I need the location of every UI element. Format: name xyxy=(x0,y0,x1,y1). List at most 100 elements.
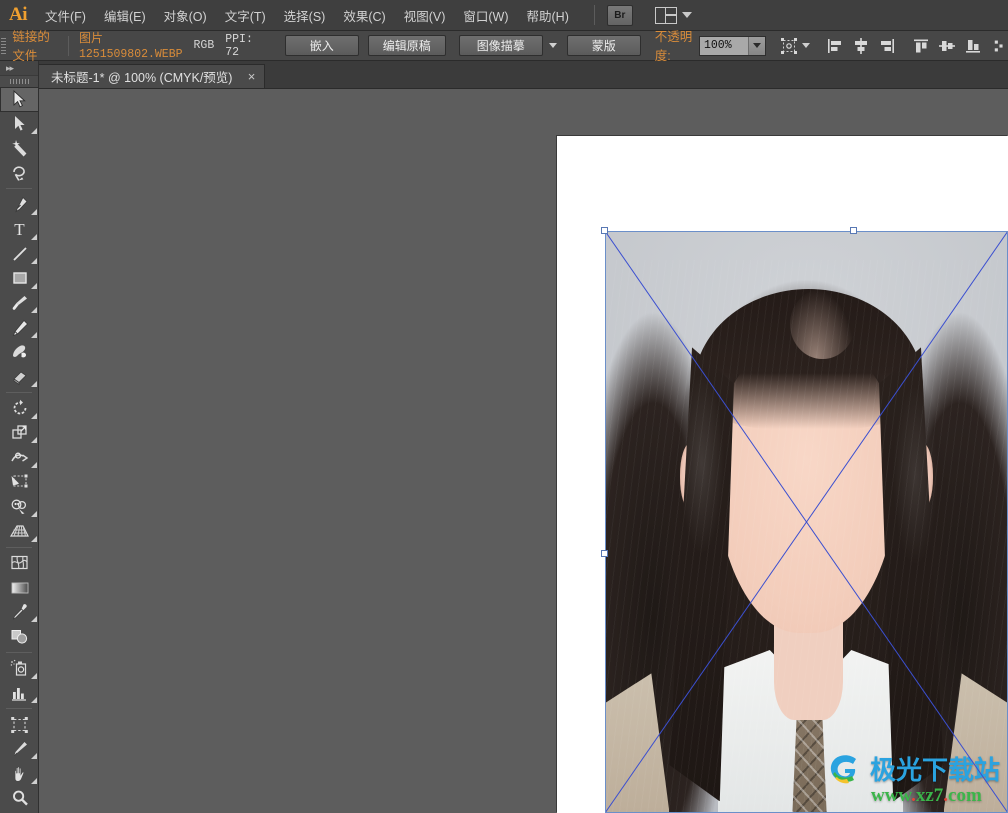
align-center-vertical-button[interactable] xyxy=(934,34,960,58)
menu-window[interactable]: 窗口(W) xyxy=(454,0,517,31)
blend-icon xyxy=(11,630,28,644)
direct-selection-arrow-icon xyxy=(15,116,25,131)
opacity-input[interactable]: 100% xyxy=(700,37,748,55)
toolbar-grip[interactable] xyxy=(0,76,38,87)
scale-tool[interactable] xyxy=(0,421,39,446)
slice-knife-icon xyxy=(13,742,27,756)
toolbar-divider-3 xyxy=(6,546,32,548)
align-left-button[interactable] xyxy=(822,34,848,58)
menubar-divider xyxy=(593,5,595,25)
menu-select[interactable]: 选择(S) xyxy=(275,0,335,31)
column-graph-tool[interactable] xyxy=(0,681,39,706)
pencil-tool[interactable] xyxy=(0,315,39,340)
slice-tool[interactable] xyxy=(0,737,39,762)
blob-brush-tool[interactable] xyxy=(0,340,39,365)
magnifier-icon xyxy=(12,790,28,806)
distribute-icon xyxy=(994,40,1003,51)
width-tool[interactable] xyxy=(0,445,39,470)
selection-handle-top-right[interactable] xyxy=(850,227,857,234)
perspective-grid-tool[interactable] xyxy=(0,519,39,544)
hand-icon xyxy=(14,766,24,782)
rectangle-icon xyxy=(12,272,27,285)
selection-handle-left-middle[interactable] xyxy=(601,550,608,557)
linked-file-label: 链接的文件 xyxy=(12,26,59,66)
blend-tool[interactable] xyxy=(0,624,39,649)
shape-builder-tool[interactable] xyxy=(0,495,39,520)
tool-flyout-indicator xyxy=(31,233,37,240)
menu-edit[interactable]: 编辑(E) xyxy=(95,0,155,31)
hand-tool[interactable] xyxy=(0,761,39,786)
align-center-horizontal-button[interactable] xyxy=(848,34,874,58)
menu-object[interactable]: 对象(O) xyxy=(155,0,216,31)
bar-graph-icon xyxy=(12,688,26,702)
align-bottom-icon xyxy=(966,39,980,53)
eyedropper-icon xyxy=(12,604,27,620)
arrange-documents-button[interactable] xyxy=(654,6,692,24)
artboard-tool[interactable] xyxy=(0,712,39,737)
embed-button[interactable]: 嵌入 xyxy=(284,35,359,56)
transform-button[interactable] xyxy=(780,37,810,55)
scale-icon xyxy=(11,425,27,439)
align-top-button[interactable] xyxy=(908,34,934,58)
bridge-button[interactable]: Br xyxy=(606,4,633,26)
rotate-icon xyxy=(13,400,26,415)
direct-selection-tool[interactable] xyxy=(0,112,39,137)
paintbrush-tool[interactable] xyxy=(0,291,39,316)
symbol-sprayer-tool[interactable] xyxy=(0,656,39,681)
type-t-icon: T xyxy=(14,219,25,239)
align-bottom-button[interactable] xyxy=(960,34,986,58)
edit-original-button[interactable]: 编辑原稿 xyxy=(367,35,446,56)
opacity-field[interactable]: 100% xyxy=(699,35,766,56)
align-left-icon xyxy=(828,38,841,53)
paintbrush-icon xyxy=(12,296,27,310)
lasso-icon xyxy=(13,165,25,181)
selection-handle-top-left[interactable] xyxy=(601,227,608,234)
image-trace-button[interactable]: 图像描摹 xyxy=(458,35,543,56)
lasso-tool[interactable] xyxy=(0,161,39,186)
align-right-button[interactable] xyxy=(874,34,900,58)
menu-effect[interactable]: 效果(C) xyxy=(334,0,394,31)
menu-help[interactable]: 帮助(H) xyxy=(518,0,578,31)
gradient-tool[interactable] xyxy=(0,575,39,600)
tool-flyout-indicator xyxy=(31,128,37,135)
magic-wand-tool[interactable] xyxy=(0,136,39,161)
align-buttons-group xyxy=(822,34,1008,58)
distribute-button[interactable] xyxy=(994,34,1008,58)
toolbar-divider-2 xyxy=(6,392,32,394)
document-tab-bar: 未标题-1* @ 100% (CMYK/预览) × xyxy=(0,61,1008,89)
line-segment-tool[interactable] xyxy=(0,242,39,267)
tool-flyout-indicator xyxy=(31,753,37,760)
opacity-dropdown-icon[interactable] xyxy=(748,36,765,55)
menu-type[interactable]: 文字(T) xyxy=(216,0,275,31)
close-icon[interactable]: × xyxy=(244,70,258,83)
tool-flyout-indicator xyxy=(31,331,37,338)
canvas-area[interactable]: 极光下载站 www.xz7.com xyxy=(39,89,1008,813)
image-trace-dropdown-icon[interactable] xyxy=(548,43,557,48)
control-bar-grip[interactable] xyxy=(0,31,7,61)
rectangle-tool[interactable] xyxy=(0,266,39,291)
selection-tool[interactable] xyxy=(0,87,39,112)
magic-wand-icon xyxy=(11,140,26,158)
align-right-icon xyxy=(881,38,894,53)
zoom-tool[interactable] xyxy=(0,786,39,811)
mesh-tool[interactable] xyxy=(0,551,39,576)
transform-icon xyxy=(781,37,797,54)
type-tool[interactable]: T xyxy=(0,217,39,242)
eyedropper-tool[interactable] xyxy=(0,600,39,625)
document-tab[interactable]: 未标题-1* @ 100% (CMYK/预览) × xyxy=(38,64,266,88)
placed-linked-image[interactable]: 极光下载站 www.xz7.com xyxy=(605,231,1008,813)
free-transform-icon xyxy=(11,474,28,488)
shape-builder-icon xyxy=(11,499,27,514)
rotate-tool[interactable] xyxy=(0,396,39,421)
free-transform-tool[interactable] xyxy=(0,470,39,495)
tool-flyout-indicator xyxy=(31,697,37,704)
toolbar-divider-4 xyxy=(6,652,32,654)
control-bar: 链接的文件 图片 1251509802.WEBP RGB PPI: 72 嵌入 编… xyxy=(0,29,1008,66)
menu-view[interactable]: 视图(V) xyxy=(395,0,455,31)
linked-file-name[interactable]: 图片 1251509802.WEBP xyxy=(78,29,183,63)
tool-flyout-indicator xyxy=(31,535,37,542)
eraser-tool[interactable] xyxy=(0,365,39,390)
mask-button[interactable]: 蒙版 xyxy=(566,35,641,56)
toolbar-collapse-button[interactable]: ▸▸ xyxy=(0,61,38,76)
pen-tool[interactable] xyxy=(0,192,39,217)
